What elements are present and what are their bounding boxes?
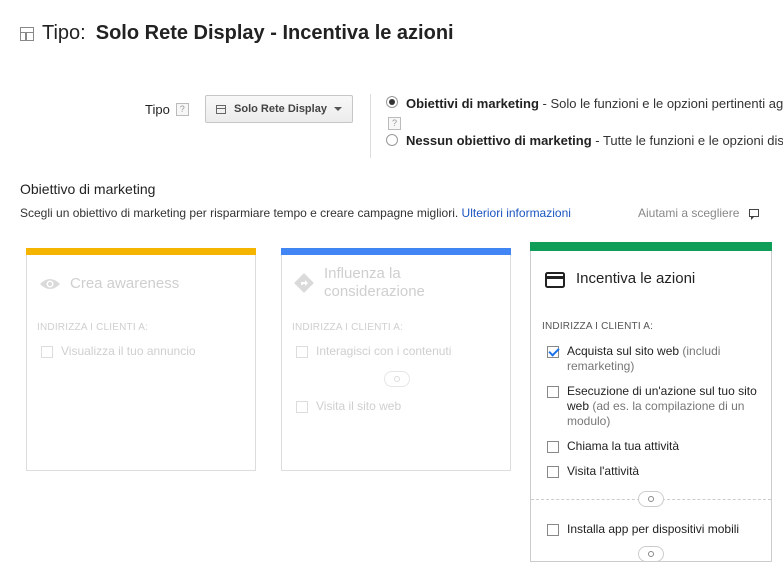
card-color-bar (281, 248, 511, 255)
checkbox[interactable] (547, 466, 559, 478)
radio-button[interactable] (386, 134, 398, 146)
card-header: Incentiva le azioni (545, 270, 695, 288)
checkbox-label: Esecuzione di un'azione sul tuo sito web… (567, 384, 757, 428)
checkbox-label: Acquista sul sito web (includi remarketi… (567, 344, 721, 373)
card-header: Influenza la considerazione (294, 265, 444, 301)
section-title: Obiettivo di marketing (20, 181, 156, 197)
separator-toggle (384, 371, 410, 387)
objective-card-consideration[interactable]: Influenza la considerazione INDIRIZZA I … (281, 248, 511, 471)
card-title: Incentiva le azioni (576, 270, 696, 287)
chevron-down-icon (333, 107, 342, 111)
radio-no-objective[interactable] (386, 134, 398, 146)
help-me-choose-label: Aiutami a scegliere (638, 206, 740, 220)
page-title: Solo Rete Display - Incentiva le azioni (95, 22, 454, 44)
card-subtitle: INDIRIZZA I CLIENTI A: (37, 322, 149, 333)
card-subtitle: INDIRIZZA I CLIENTI A: (542, 321, 654, 332)
checkbox[interactable] (547, 386, 559, 398)
objective-card-actions[interactable]: Incentiva le azioni INDIRIZZA I CLIENTI … (530, 242, 772, 562)
divider (370, 94, 371, 158)
display-network-icon (216, 104, 227, 114)
radio-marketing-objectives[interactable] (386, 96, 398, 108)
description-text: Scegli un obiettivo di marketing per ris… (20, 206, 459, 220)
checkbox-row[interactable]: Chiama la tua attività (547, 439, 757, 454)
card-color-bar (530, 242, 772, 251)
card-icon (545, 272, 565, 288)
card-title: Crea awareness (70, 275, 180, 292)
checkbox-label: Visita il sito web (316, 399, 402, 413)
checkbox-row[interactable]: Interagisci con i contenuti (296, 344, 451, 359)
chat-icon (749, 209, 760, 220)
option-description: - Tutte le funzioni e le opzioni dis (591, 133, 783, 148)
checkbox-label: Chiama la tua attività (567, 439, 680, 453)
checkbox[interactable] (296, 401, 308, 413)
checkbox-label: Visualizza il tuo annuncio (61, 344, 196, 358)
page-header: Tipo: Solo Rete Display - Incentiva le a… (20, 22, 454, 45)
objective-card-awareness[interactable]: Crea awareness INDIRIZZA I CLIENTI A: Vi… (26, 248, 256, 471)
checkbox-label: Visita l'attività (567, 464, 640, 478)
checkbox-row[interactable]: Installa app per dispositivi mobili (547, 522, 767, 537)
card-header: Crea awareness (39, 275, 179, 292)
help-icon[interactable]: ? (388, 117, 401, 130)
checkbox-row[interactable]: Visualizza il tuo annuncio (41, 344, 196, 359)
campaign-type-value: Solo Rete Display (234, 103, 327, 115)
separator-toggle (638, 491, 664, 507)
section-description: Scegli un obiettivo di marketing per ris… (20, 206, 571, 220)
card-color-bar (26, 248, 256, 255)
separator-toggle (638, 546, 664, 562)
help-icon[interactable]: ? (175, 103, 189, 116)
radio-button[interactable] (386, 96, 398, 108)
option-description: - Solo le funzioni e le opzioni pertinen… (538, 96, 783, 111)
option-no-objective[interactable]: Nessun obiettivo di marketing - Tutte le… (406, 133, 783, 148)
checkbox-row[interactable]: Acquista sul sito web (includi remarketi… (547, 344, 757, 374)
checkbox-row[interactable]: Visita il sito web (296, 399, 401, 414)
checkbox[interactable] (547, 524, 559, 536)
option-marketing-objectives[interactable]: Obiettivi di marketing - Solo le funzion… (406, 96, 783, 111)
type-label: Tipo (145, 102, 170, 117)
layout-icon (20, 26, 34, 41)
card-subtitle: INDIRIZZA I CLIENTI A: (292, 322, 404, 333)
diamond-arrow-icon (294, 273, 314, 293)
eye-icon (40, 279, 60, 289)
card-title: Influenza la considerazione (324, 265, 425, 300)
checkbox[interactable] (547, 346, 559, 358)
page-title-prefix: Tipo: (42, 22, 86, 44)
checkbox-row[interactable]: Esecuzione di un'azione sul tuo sito web… (547, 384, 757, 429)
type-field-label: Tipo ? (145, 102, 189, 117)
checkbox[interactable] (547, 441, 559, 453)
option-title: Obiettivi di marketing (406, 96, 539, 111)
learn-more-link[interactable]: Ulteriori informazioni (462, 206, 571, 220)
option-help[interactable]: ? (388, 113, 401, 131)
checkbox[interactable] (296, 346, 308, 358)
option-title: Nessun obiettivo di marketing (406, 133, 592, 148)
checkbox[interactable] (41, 346, 53, 358)
checkbox-label: Interagisci con i contenuti (316, 344, 452, 358)
checkbox-label: Installa app per dispositivi mobili (567, 522, 740, 536)
campaign-type-dropdown[interactable]: Solo Rete Display (205, 95, 353, 123)
help-me-choose-link[interactable]: Aiutami a scegliere (638, 206, 760, 220)
checkbox-row[interactable]: Visita l'attività (547, 464, 757, 479)
